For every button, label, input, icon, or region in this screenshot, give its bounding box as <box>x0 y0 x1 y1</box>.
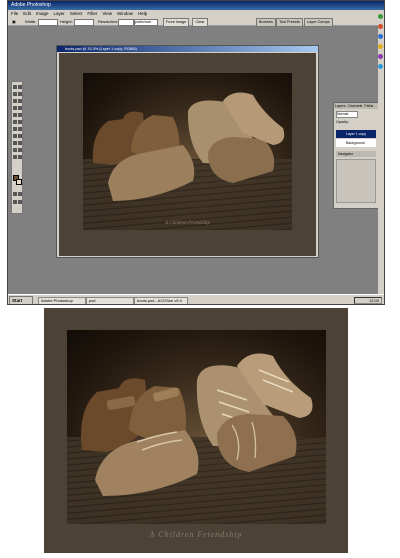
gradient-tool-icon[interactable] <box>18 120 22 124</box>
app-title: Adobe Photoshop <box>11 2 51 8</box>
shape-tool-icon[interactable] <box>18 141 22 145</box>
crop-tool-icon[interactable]: ▣ <box>12 17 16 26</box>
app-icon-3[interactable] <box>378 34 383 39</box>
slice-tool-icon[interactable] <box>18 99 22 103</box>
menu-help[interactable]: Help <box>138 10 147 17</box>
background-color-swatch[interactable] <box>16 179 22 185</box>
tab-layers[interactable]: Layers <box>335 104 346 108</box>
dodge-tool-icon[interactable] <box>18 127 22 131</box>
eyedropper-tool-icon[interactable] <box>18 148 22 152</box>
resolution-field[interactable] <box>118 19 134 26</box>
front-image-button[interactable]: Front Image <box>163 18 189 27</box>
result-caption: A Children Friendship <box>149 530 243 539</box>
canvas-photo: A Children Friendship <box>83 73 292 230</box>
path-selection-tool-icon[interactable] <box>13 134 17 138</box>
hand-tool-icon[interactable] <box>13 155 17 159</box>
brush-tool-icon[interactable] <box>18 106 22 110</box>
app-icon-4[interactable] <box>378 44 383 49</box>
marquee-tool-icon[interactable] <box>13 85 17 89</box>
system-clock: 12:00 <box>354 297 382 304</box>
document-titlebar[interactable]: boots.psd @ 33.3% (Layer 1 copy, RGB/8) <box>57 46 318 52</box>
standard-mode-icon[interactable] <box>13 192 17 196</box>
width-label: Width: <box>25 19 37 24</box>
width-field[interactable] <box>38 19 58 26</box>
height-label: Height: <box>60 19 73 24</box>
zoom-tool-icon[interactable] <box>18 155 22 159</box>
clear-button[interactable]: Clear <box>192 18 208 27</box>
tab-channels[interactable]: Channels <box>348 104 363 108</box>
document-window: boots.psd @ 33.3% (Layer 1 copy, RGB/8) … <box>56 45 319 258</box>
info-panel <box>336 159 376 203</box>
palette-tab-tool-presets[interactable]: Tool Presets <box>276 18 303 27</box>
history-brush-tool-icon[interactable] <box>18 113 22 117</box>
document-title: boots.psd @ 33.3% (Layer 1 copy, RGB/8) <box>65 47 137 51</box>
height-field[interactable] <box>74 19 94 26</box>
boots-illustration-small <box>92 92 285 201</box>
windows-taskbar: Start Adobe Photoshop psd boots.psd - AC… <box>8 294 384 304</box>
task-acdsee[interactable]: boots.psd - ACDSee v5.0 <box>134 297 188 304</box>
menu-select[interactable]: Select <box>70 10 83 17</box>
notes-tool-icon[interactable] <box>13 148 17 152</box>
type-tool-icon[interactable] <box>18 134 22 138</box>
tab-navigator[interactable]: Navigator <box>336 151 376 157</box>
app-icon-1[interactable] <box>378 14 383 19</box>
menu-bar: File Edit Image Layer Select Filter View… <box>8 10 384 17</box>
toolbox <box>11 81 23 214</box>
menu-image[interactable]: Image <box>36 10 49 17</box>
app-icon-2[interactable] <box>378 24 383 29</box>
menu-window[interactable]: Window <box>117 10 133 17</box>
result-image-frame: A Children Friendship <box>44 308 348 553</box>
menu-edit[interactable]: Edit <box>23 10 31 17</box>
document-canvas[interactable]: A Children Friendship <box>59 53 316 256</box>
palette-tab-brushes[interactable]: Brushes <box>256 18 276 27</box>
boots-illustration-large <box>81 353 313 496</box>
opacity-label: Opacity: <box>336 120 349 124</box>
pen-tool-icon[interactable] <box>13 141 17 145</box>
canvas-caption: A Children Friendship <box>165 221 210 226</box>
task-psd-folder[interactable]: psd <box>86 297 134 304</box>
menu-view[interactable]: View <box>102 10 112 17</box>
layer-row-background[interactable]: Background <box>336 139 376 147</box>
app-icon-5[interactable] <box>378 54 383 59</box>
lasso-tool-icon[interactable] <box>13 92 17 96</box>
layers-panel: Layers Channels Paths Normal Opacity: La… <box>333 102 379 209</box>
clone-stamp-tool-icon[interactable] <box>13 113 17 117</box>
palette-tab-layer-comps[interactable]: Layer Comps <box>304 18 333 27</box>
start-button[interactable]: Start <box>9 296 33 304</box>
healing-brush-tool-icon[interactable] <box>13 106 17 110</box>
menu-file[interactable]: File <box>11 10 18 17</box>
app-icon-6[interactable] <box>378 64 383 69</box>
right-icon-strip <box>378 10 384 295</box>
task-adobe-photoshop[interactable]: Adobe Photoshop <box>38 297 86 304</box>
jump-to-imageready-icon[interactable] <box>18 200 22 204</box>
layer-row-layer-1-copy[interactable]: Layer 1 copy <box>336 130 376 138</box>
menu-filter[interactable]: Filter <box>87 10 97 17</box>
magic-wand-tool-icon[interactable] <box>18 92 22 96</box>
tab-paths[interactable]: Paths <box>364 104 373 108</box>
blend-mode-select[interactable]: Normal <box>336 111 358 118</box>
screen-mode-icon[interactable] <box>13 200 17 204</box>
move-tool-icon[interactable] <box>18 85 22 89</box>
resolution-units-select[interactable]: pixels/inch <box>134 19 158 26</box>
photoshop-screenshot: Adobe Photoshop File Edit Image Layer Se… <box>7 0 385 305</box>
quick-mask-mode-icon[interactable] <box>18 192 22 196</box>
app-titlebar: Adobe Photoshop <box>8 1 384 10</box>
eraser-tool-icon[interactable] <box>13 120 17 124</box>
options-bar: ▣ Width: Height: Resolution: pixels/inch… <box>8 17 378 27</box>
menu-layer[interactable]: Layer <box>54 10 65 17</box>
crop-tool-button-icon[interactable] <box>13 99 17 103</box>
resolution-label: Resolution: <box>98 19 119 24</box>
blur-tool-icon[interactable] <box>13 127 17 131</box>
result-photo <box>67 330 326 524</box>
